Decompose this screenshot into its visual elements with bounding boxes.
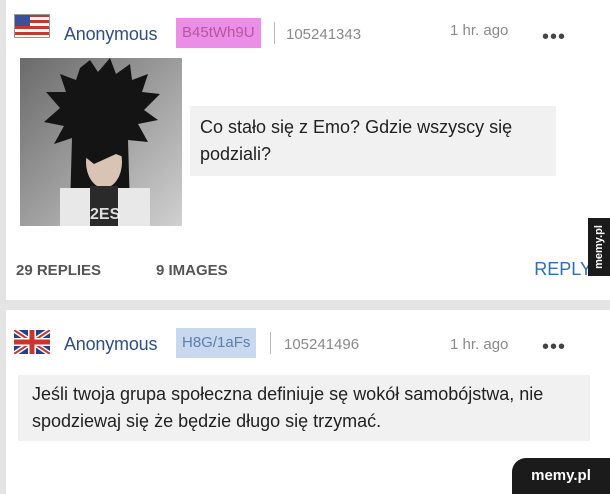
images-count[interactable]: 9 IMAGES: [156, 262, 228, 279]
post-comment: Jeśli twoja grupa społeczna definiuje sę…: [18, 375, 590, 441]
post-number[interactable]: 105241343: [286, 26, 361, 43]
post-header: Anonymous H8G/1aFs 105241496 1 hr. ago •…: [6, 328, 610, 368]
post-comment: Co stało się z Emo? Gdzie wszyscy się po…: [190, 106, 556, 176]
side-watermark-text: memy.pl: [593, 225, 605, 269]
image-caption: 2ES: [90, 206, 121, 223]
replies-count[interactable]: 29 REPLIES: [16, 262, 101, 279]
header-divider: [270, 332, 271, 354]
poster-name[interactable]: Anonymous: [64, 24, 157, 45]
uk-flag-icon: [14, 330, 50, 354]
us-flag-icon: [14, 14, 50, 38]
post-card: Anonymous B45tWh9U 105241343 1 hr. ago •…: [6, 0, 610, 300]
poster-name[interactable]: Anonymous: [64, 334, 157, 355]
more-options-icon[interactable]: •••: [542, 27, 566, 47]
post-time: 1 hr. ago: [450, 336, 509, 353]
more-options-icon[interactable]: •••: [542, 337, 566, 357]
post-time: 1 hr. ago: [450, 22, 509, 39]
reply-button[interactable]: REPLY: [534, 259, 592, 280]
post-header: Anonymous B45tWh9U 105241343 1 hr. ago •…: [6, 14, 610, 54]
poster-id-badge[interactable]: B45tWh9U: [176, 18, 261, 48]
poster-id-badge[interactable]: H8G/1aFs: [176, 328, 257, 358]
corner-watermark: memy.pl: [512, 458, 610, 494]
post-number[interactable]: 105241496: [284, 336, 359, 353]
side-watermark: memy.pl: [588, 218, 610, 276]
header-divider: [274, 22, 275, 44]
post-image-thumbnail[interactable]: 2ES: [20, 58, 182, 226]
